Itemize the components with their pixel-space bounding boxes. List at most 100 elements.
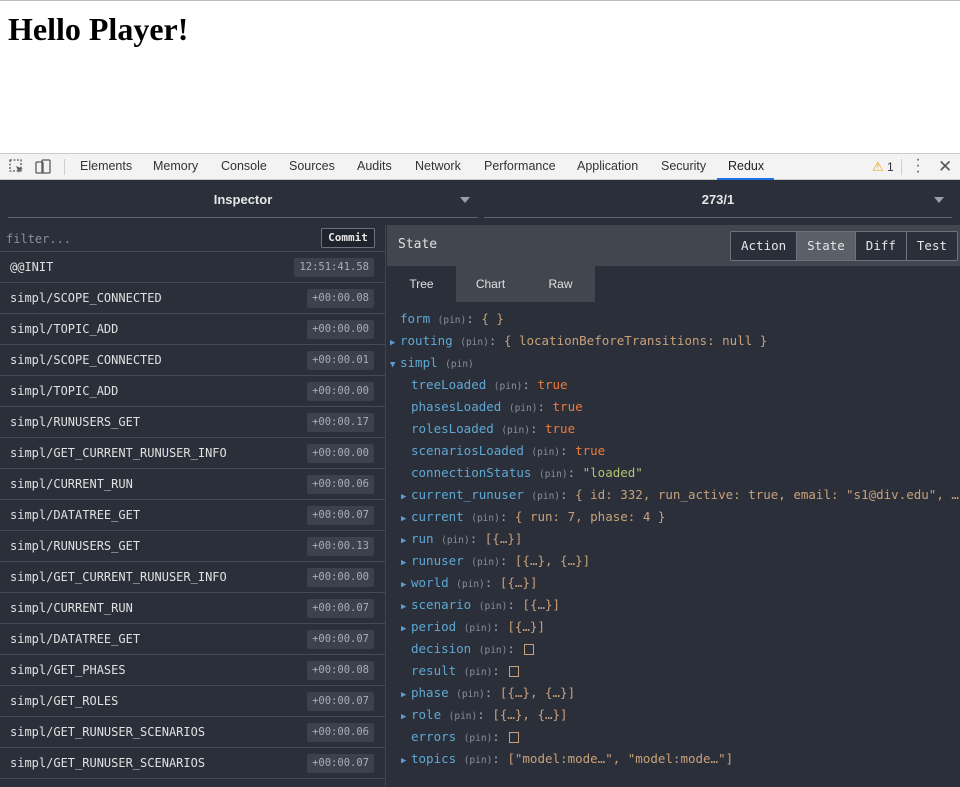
state-tree-node[interactable]: ▼ simpl (pin)	[390, 352, 474, 374]
action-list-item[interactable]: simpl/RUNUSERS_GET +00:00.13	[0, 531, 385, 562]
action-timestamp: +00:00.08	[307, 289, 374, 308]
action-list-item[interactable]: simpl/DATATREE_GET +00:00.07	[0, 624, 385, 655]
pin-link[interactable]: (pin)	[456, 579, 485, 590]
state-tree-node[interactable]: ▶ run (pin): [{…}]	[401, 528, 522, 550]
state-tree-node: treeLoaded (pin): true	[401, 374, 568, 396]
state-tree-node[interactable]: ▶ world (pin): [{…}]	[401, 572, 537, 594]
tab-application[interactable]: Application	[577, 154, 638, 180]
state-tree-node[interactable]: ▶ role (pin): [{…}, {…}]	[401, 704, 568, 726]
expand-arrow-icon[interactable]: ▶	[401, 574, 411, 596]
expand-arrow-icon[interactable]: ▶	[401, 552, 411, 574]
action-list-item[interactable]: simpl/SCOPE_CONNECTED +00:00.01	[0, 345, 385, 376]
state-tree-node[interactable]: ▶ runuser (pin): [{…}, {…}]	[401, 550, 590, 572]
pin-link[interactable]: (pin)	[479, 601, 508, 612]
subtab-tree[interactable]: Tree	[387, 266, 456, 302]
pin-link[interactable]: (pin)	[449, 711, 478, 722]
inspect-element-icon[interactable]	[8, 158, 26, 176]
pin-link[interactable]: (pin)	[456, 689, 485, 700]
state-value: ["model:mode…", "model:mode…"]	[507, 751, 734, 766]
test-mode-button[interactable]: Test	[906, 232, 958, 260]
colon: :	[560, 443, 576, 458]
pin-link[interactable]: (pin)	[445, 359, 474, 370]
action-list-item[interactable]: simpl/GET_CURRENT_RUNUSER_INFO +00:00.00	[0, 562, 385, 593]
expand-arrow-icon[interactable]: ▶	[401, 618, 411, 640]
state-tree-node[interactable]: ▶ current (pin): { run: 7, phase: 4 }	[401, 506, 665, 528]
tab-redux[interactable]: Redux	[728, 154, 764, 180]
expand-arrow-icon[interactable]: ▶	[390, 332, 400, 354]
tab-sources[interactable]: Sources	[289, 154, 335, 180]
state-tree-node[interactable]: ▶ scenario (pin): [{…}]	[401, 594, 560, 616]
action-list-item[interactable]: simpl/GET_RUNUSER_SCENARIOS +00:00.06	[0, 717, 385, 748]
filter-input[interactable]	[6, 229, 306, 249]
action-name: simpl/RUNUSERS_GET	[10, 415, 141, 429]
pin-link[interactable]: (pin)	[509, 403, 538, 414]
state-value: [{…}, {…}]	[492, 707, 568, 722]
warnings-counter[interactable]: ⚠ 1	[872, 159, 894, 175]
tab-elements[interactable]: Elements	[80, 154, 132, 180]
expand-arrow-icon[interactable]: ▶	[401, 508, 411, 530]
expand-arrow-icon[interactable]: ▶	[401, 486, 411, 508]
expand-arrow-icon[interactable]: ▶	[401, 684, 411, 706]
pin-link[interactable]: (pin)	[471, 557, 500, 568]
tab-security[interactable]: Security	[661, 154, 706, 180]
state-tree-node[interactable]: ▶ current_runuser (pin): { id: 332, run_a…	[401, 484, 960, 506]
collapse-arrow-icon[interactable]: ▼	[390, 354, 400, 376]
pin-link[interactable]: (pin)	[464, 623, 493, 634]
action-timestamp: 12:51:41.58	[294, 258, 374, 277]
more-options-icon[interactable]: · · ·	[913, 152, 923, 180]
state-tree-node[interactable]: ▶ routing (pin): { locationBeforeTransiti…	[390, 330, 767, 352]
expand-arrow-icon[interactable]: ▶	[401, 750, 411, 772]
state-tree-node[interactable]: ▶ period (pin): [{…}]	[401, 616, 545, 638]
pin-link[interactable]: (pin)	[531, 447, 560, 458]
expand-arrow-icon[interactable]: ▶	[401, 596, 411, 618]
pin-link[interactable]: (pin)	[479, 645, 508, 656]
state-tree-node[interactable]: ▶ phase (pin): [{…}, {…}]	[401, 682, 575, 704]
action-list-item[interactable]: simpl/CURRENT_RUN +00:00.06	[0, 469, 385, 500]
monitor-selector[interactable]: 273/1	[484, 184, 952, 218]
action-list-item[interactable]: simpl/CURRENT_RUN +00:00.07	[0, 593, 385, 624]
action-mode-button[interactable]: Action	[731, 232, 798, 260]
pin-link[interactable]: (pin)	[460, 337, 489, 348]
subtab-raw[interactable]: Raw	[526, 266, 595, 302]
commit-button[interactable]: Commit	[321, 228, 375, 248]
close-icon[interactable]: ✕	[938, 157, 952, 177]
tab-memory[interactable]: Memory	[153, 154, 198, 180]
pin-link[interactable]: (pin)	[471, 513, 500, 524]
device-toolbar-icon[interactable]	[34, 158, 52, 176]
action-list-item[interactable]: simpl/GET_CURRENT_RUNUSER_INFO +00:00.00	[0, 438, 385, 469]
action-list-item[interactable]: simpl/GET_ROLES +00:00.07	[0, 686, 385, 717]
empty-value-icon	[509, 732, 520, 743]
pin-link[interactable]: (pin)	[464, 755, 493, 766]
pin-link[interactable]: (pin)	[531, 491, 560, 502]
tab-audits[interactable]: Audits	[357, 154, 392, 180]
tab-performance[interactable]: Performance	[484, 154, 556, 180]
pin-link[interactable]: (pin)	[441, 535, 470, 546]
tab-network[interactable]: Network	[415, 154, 461, 180]
instance-selector[interactable]: Inspector	[8, 184, 478, 218]
action-list-item[interactable]: simpl/DATATREE_GET +00:00.07	[0, 500, 385, 531]
subtab-chart[interactable]: Chart	[456, 266, 525, 302]
action-list-item[interactable]: simpl/GET_PHASES +00:00.08	[0, 655, 385, 686]
action-list: @@INIT 12:51:41.58 simpl/SCOPE_CONNECTED +0…	[0, 252, 385, 779]
pin-link[interactable]: (pin)	[494, 381, 523, 392]
state-mode-button[interactable]: State	[797, 232, 856, 260]
action-list-item[interactable]: simpl/RUNUSERS_GET +00:00.17	[0, 407, 385, 438]
action-list-item[interactable]: @@INIT 12:51:41.58	[0, 252, 385, 283]
expand-arrow-icon[interactable]: ▶	[401, 706, 411, 728]
diff-mode-button[interactable]: Diff	[855, 232, 907, 260]
action-list-item[interactable]: simpl/SCOPE_CONNECTED +00:00.08	[0, 283, 385, 314]
action-list-item[interactable]: simpl/TOPIC_ADD +00:00.00	[0, 314, 385, 345]
action-list-item[interactable]: simpl/GET_RUNUSER_SCENARIOS +00:00.07	[0, 748, 385, 779]
expand-arrow-icon[interactable]: ▶	[401, 530, 411, 552]
state-tree-node[interactable]: ▶ topics (pin): ["model:mode…", "model:mo…	[401, 748, 733, 770]
action-timestamp: +00:00.06	[307, 723, 374, 742]
action-list-item[interactable]: simpl/TOPIC_ADD +00:00.00	[0, 376, 385, 407]
action-name: simpl/GET_CURRENT_RUNUSER_INFO	[10, 446, 227, 460]
pin-link[interactable]: (pin)	[501, 425, 530, 436]
pin-link[interactable]: (pin)	[438, 315, 467, 326]
pin-link[interactable]: (pin)	[539, 469, 568, 480]
colon: :	[522, 377, 538, 392]
pin-link[interactable]: (pin)	[464, 667, 493, 678]
tab-console[interactable]: Console	[221, 154, 267, 180]
pin-link[interactable]: (pin)	[464, 733, 493, 744]
